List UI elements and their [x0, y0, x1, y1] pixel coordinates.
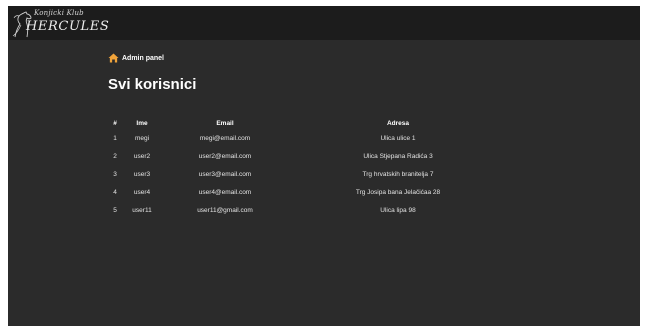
brand-title: HERCULES [26, 19, 110, 34]
cell-adresa: Trg hrvatskih branitelja 7 [362, 170, 434, 178]
cell-adresa: Ulica Stjepana Radića 3 [363, 152, 433, 160]
cell-adresa: Ulica lipa 98 [380, 206, 416, 214]
cell-ime: megi [134, 134, 150, 142]
cell-ime: user4 [133, 188, 151, 196]
cell-ime: user11 [132, 206, 152, 214]
cell-email: user3@email.com [198, 170, 252, 178]
table-row: 2 user2 user2@email.com Ulica Stjepana R… [106, 147, 506, 165]
table-row: 1 megi megi@email.com Ulica ulice 1 [106, 129, 506, 147]
table-header: # Ime Email Adresa [106, 117, 506, 129]
cell-number: 3 [113, 170, 117, 178]
cell-ime: user2 [133, 152, 151, 160]
cell-number: 4 [113, 188, 117, 196]
users-table: # Ime Email Adresa 1 megi megi@email.com… [106, 117, 506, 219]
breadcrumb: Admin panel [108, 51, 164, 65]
column-header-email: Email [216, 119, 234, 127]
table-row: 4 user4 user4@email.com Trg Josipa bana … [106, 183, 506, 201]
cell-email: user11@gmail.com [197, 206, 253, 214]
cell-number: 2 [113, 152, 117, 160]
page-title: Svi korisnici [108, 76, 197, 93]
cell-email: megi@email.com [199, 134, 251, 142]
column-header-number: # [113, 119, 117, 127]
cell-adresa: Trg Josipa bana Jelačićaa 28 [355, 188, 441, 196]
table-row: 3 user3 user3@email.com Trg hrvatskih br… [106, 165, 506, 183]
brand-subtitle: Konjicki Klub [34, 9, 84, 17]
app-window: Konjicki Klub HERCULES Admin panel Svi k… [8, 6, 640, 326]
breadcrumb-admin-panel[interactable]: Admin panel [122, 55, 164, 62]
brand-logo[interactable]: Konjicki Klub HERCULES [12, 8, 122, 38]
table-body: 1 megi megi@email.com Ulica ulice 1 2 us… [106, 129, 506, 219]
column-header-ime: Ime [136, 119, 148, 127]
home-icon [108, 53, 119, 63]
column-header-adresa: Adresa [386, 119, 410, 127]
cell-email: user2@email.com [198, 152, 252, 160]
cell-number: 5 [113, 206, 117, 214]
cell-adresa: Ulica ulice 1 [380, 134, 416, 142]
top-navbar: Konjicki Klub HERCULES [8, 6, 640, 40]
table-row: 5 user11 user11@gmail.com Ulica lipa 98 [106, 201, 506, 219]
cell-number: 1 [113, 134, 117, 142]
cell-ime: user3 [133, 170, 151, 178]
header-row: # Ime Email Adresa [106, 117, 506, 129]
cell-email: user4@email.com [198, 188, 252, 196]
